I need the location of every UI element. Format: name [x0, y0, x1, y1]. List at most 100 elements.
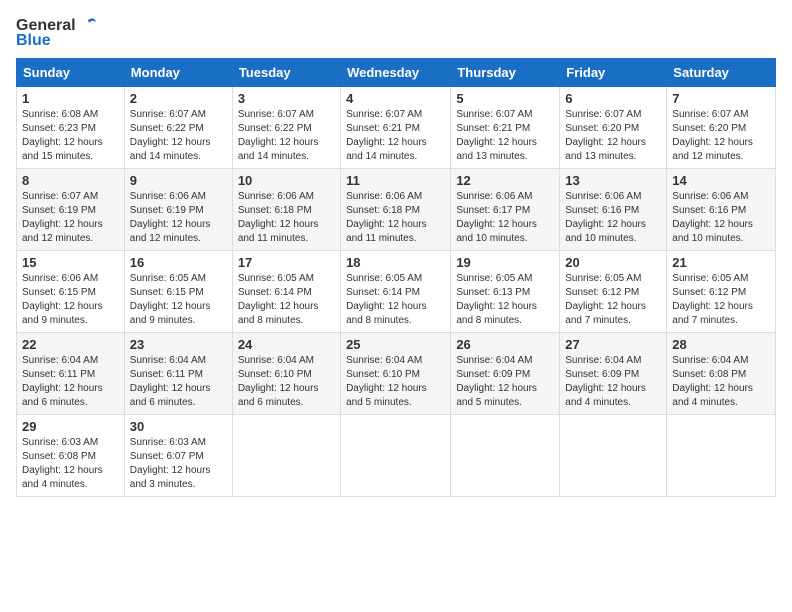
calendar-cell: 12 Sunrise: 6:06 AM Sunset: 6:17 PM Dayli… [451, 169, 560, 251]
calendar-cell: 2Sunrise: 6:07 AM Sunset: 6:22 PM Daylig… [124, 87, 232, 169]
calendar-cell: 1Sunrise: 6:08 AM Sunset: 6:23 PM Daylig… [17, 87, 125, 169]
calendar-cell [232, 415, 340, 497]
day-number: 3 [238, 91, 335, 106]
day-number: 12 [456, 173, 554, 188]
calendar-week-row: 8Sunrise: 6:07 AM Sunset: 6:19 PM Daylig… [17, 169, 776, 251]
day-number: 11 [346, 173, 445, 188]
column-header-saturday: Saturday [667, 59, 776, 87]
day-number: 22 [22, 337, 119, 352]
day-number: 30 [130, 419, 227, 434]
day-info: Sunrise: 6:03 AM Sunset: 6:08 PM Dayligh… [22, 436, 119, 492]
day-number: 4 [346, 91, 445, 106]
day-info: Sunrise: 6:04 AM Sunset: 6:09 PM Dayligh… [456, 354, 554, 410]
calendar-cell [667, 415, 776, 497]
calendar-cell: 21 Sunrise: 6:05 AM Sunset: 6:12 PM Dayli… [667, 251, 776, 333]
day-number: 20 [565, 255, 661, 270]
calendar-cell: 13 Sunrise: 6:06 AM Sunset: 6:16 PM Dayli… [560, 169, 667, 251]
calendar-header-row: SundayMondayTuesdayWednesdayThursdayFrid… [17, 59, 776, 87]
calendar-cell: 10 Sunrise: 6:06 AM Sunset: 6:18 PM Dayli… [232, 169, 340, 251]
day-number: 8 [22, 173, 119, 188]
day-info: Sunrise: 6:07 AM Sunset: 6:22 PM Dayligh… [238, 108, 335, 164]
calendar-cell: 25Sunrise: 6:04 AM Sunset: 6:10 PM Dayli… [341, 333, 451, 415]
day-number: 9 [130, 173, 227, 188]
calendar-cell: 6Sunrise: 6:07 AM Sunset: 6:20 PM Daylig… [560, 87, 667, 169]
day-number: 29 [22, 419, 119, 434]
calendar-week-row: 1Sunrise: 6:08 AM Sunset: 6:23 PM Daylig… [17, 87, 776, 169]
day-info: Sunrise: 6:04 AM Sunset: 6:08 PM Dayligh… [672, 354, 770, 410]
calendar-cell: 7 Sunrise: 6:07 AM Sunset: 6:20 PM Daylig… [667, 87, 776, 169]
day-info: Sunrise: 6:05 AM Sunset: 6:14 PM Dayligh… [346, 272, 445, 328]
calendar-cell: 16 Sunrise: 6:05 AM Sunset: 6:15 PM Dayli… [124, 251, 232, 333]
day-info: Sunrise: 6:04 AM Sunset: 6:11 PM Dayligh… [22, 354, 119, 410]
day-info: Sunrise: 6:05 AM Sunset: 6:14 PM Dayligh… [238, 272, 335, 328]
column-header-wednesday: Wednesday [341, 59, 451, 87]
day-info: Sunrise: 6:04 AM Sunset: 6:09 PM Dayligh… [565, 354, 661, 410]
day-number: 19 [456, 255, 554, 270]
day-info: Sunrise: 6:05 AM Sunset: 6:12 PM Dayligh… [565, 272, 661, 328]
day-info: Sunrise: 6:06 AM Sunset: 6:17 PM Dayligh… [456, 190, 554, 246]
day-number: 7 [672, 91, 770, 106]
day-number: 15 [22, 255, 119, 270]
day-number: 14 [672, 173, 770, 188]
calendar-cell: 3 Sunrise: 6:07 AM Sunset: 6:22 PM Daylig… [232, 87, 340, 169]
day-info: Sunrise: 6:06 AM Sunset: 6:16 PM Dayligh… [672, 190, 770, 246]
day-info: Sunrise: 6:06 AM Sunset: 6:18 PM Dayligh… [346, 190, 445, 246]
calendar-cell: 23 Sunrise: 6:04 AM Sunset: 6:11 PM Dayli… [124, 333, 232, 415]
day-info: Sunrise: 6:04 AM Sunset: 6:11 PM Dayligh… [130, 354, 227, 410]
calendar-cell [341, 415, 451, 497]
calendar-week-row: 22 Sunrise: 6:04 AM Sunset: 6:11 PM Dayli… [17, 333, 776, 415]
calendar-cell: 5 Sunrise: 6:07 AM Sunset: 6:21 PM Daylig… [451, 87, 560, 169]
day-number: 13 [565, 173, 661, 188]
day-info: Sunrise: 6:07 AM Sunset: 6:21 PM Dayligh… [346, 108, 445, 164]
calendar-cell: 19 Sunrise: 6:05 AM Sunset: 6:13 PM Dayli… [451, 251, 560, 333]
calendar-cell: 8Sunrise: 6:07 AM Sunset: 6:19 PM Daylig… [17, 169, 125, 251]
day-info: Sunrise: 6:04 AM Sunset: 6:10 PM Dayligh… [238, 354, 335, 410]
calendar-cell: 28Sunrise: 6:04 AM Sunset: 6:08 PM Dayli… [667, 333, 776, 415]
day-info: Sunrise: 6:06 AM Sunset: 6:18 PM Dayligh… [238, 190, 335, 246]
day-info: Sunrise: 6:03 AM Sunset: 6:07 PM Dayligh… [130, 436, 227, 492]
day-info: Sunrise: 6:06 AM Sunset: 6:15 PM Dayligh… [22, 272, 119, 328]
calendar-week-row: 15 Sunrise: 6:06 AM Sunset: 6:15 PM Dayli… [17, 251, 776, 333]
calendar-cell: 22 Sunrise: 6:04 AM Sunset: 6:11 PM Dayli… [17, 333, 125, 415]
logo-text-block: General Blue [16, 16, 98, 50]
logo: General Blue [16, 16, 98, 50]
column-header-tuesday: Tuesday [232, 59, 340, 87]
calendar-cell: 26Sunrise: 6:04 AM Sunset: 6:09 PM Dayli… [451, 333, 560, 415]
day-number: 24 [238, 337, 335, 352]
calendar-cell: 30 Sunrise: 6:03 AM Sunset: 6:07 PM Dayli… [124, 415, 232, 497]
day-number: 18 [346, 255, 445, 270]
day-number: 10 [238, 173, 335, 188]
calendar-cell: 18 Sunrise: 6:05 AM Sunset: 6:14 PM Dayli… [341, 251, 451, 333]
day-info: Sunrise: 6:06 AM Sunset: 6:19 PM Dayligh… [130, 190, 227, 246]
day-info: Sunrise: 6:07 AM Sunset: 6:21 PM Dayligh… [456, 108, 554, 164]
calendar-cell: 29 Sunrise: 6:03 AM Sunset: 6:08 PM Dayli… [17, 415, 125, 497]
day-info: Sunrise: 6:05 AM Sunset: 6:13 PM Dayligh… [456, 272, 554, 328]
calendar-cell: 20 Sunrise: 6:05 AM Sunset: 6:12 PM Dayli… [560, 251, 667, 333]
day-number: 21 [672, 255, 770, 270]
day-number: 25 [346, 337, 445, 352]
logo-bird-icon [78, 16, 98, 36]
day-info: Sunrise: 6:05 AM Sunset: 6:12 PM Dayligh… [672, 272, 770, 328]
day-number: 1 [22, 91, 119, 106]
calendar-cell: 9 Sunrise: 6:06 AM Sunset: 6:19 PM Daylig… [124, 169, 232, 251]
column-header-friday: Friday [560, 59, 667, 87]
day-number: 2 [130, 91, 227, 106]
calendar: SundayMondayTuesdayWednesdayThursdayFrid… [16, 58, 776, 497]
calendar-cell: 27 Sunrise: 6:04 AM Sunset: 6:09 PM Dayli… [560, 333, 667, 415]
calendar-cell: 15 Sunrise: 6:06 AM Sunset: 6:15 PM Dayli… [17, 251, 125, 333]
day-number: 27 [565, 337, 661, 352]
calendar-cell: 14 Sunrise: 6:06 AM Sunset: 6:16 PM Dayli… [667, 169, 776, 251]
calendar-cell [451, 415, 560, 497]
column-header-monday: Monday [124, 59, 232, 87]
calendar-week-row: 29 Sunrise: 6:03 AM Sunset: 6:08 PM Dayli… [17, 415, 776, 497]
column-header-thursday: Thursday [451, 59, 560, 87]
day-info: Sunrise: 6:06 AM Sunset: 6:16 PM Dayligh… [565, 190, 661, 246]
day-number: 16 [130, 255, 227, 270]
day-number: 17 [238, 255, 335, 270]
calendar-cell [560, 415, 667, 497]
day-info: Sunrise: 6:07 AM Sunset: 6:20 PM Dayligh… [672, 108, 770, 164]
day-number: 23 [130, 337, 227, 352]
day-info: Sunrise: 6:05 AM Sunset: 6:15 PM Dayligh… [130, 272, 227, 328]
day-number: 5 [456, 91, 554, 106]
calendar-cell: 17 Sunrise: 6:05 AM Sunset: 6:14 PM Dayli… [232, 251, 340, 333]
